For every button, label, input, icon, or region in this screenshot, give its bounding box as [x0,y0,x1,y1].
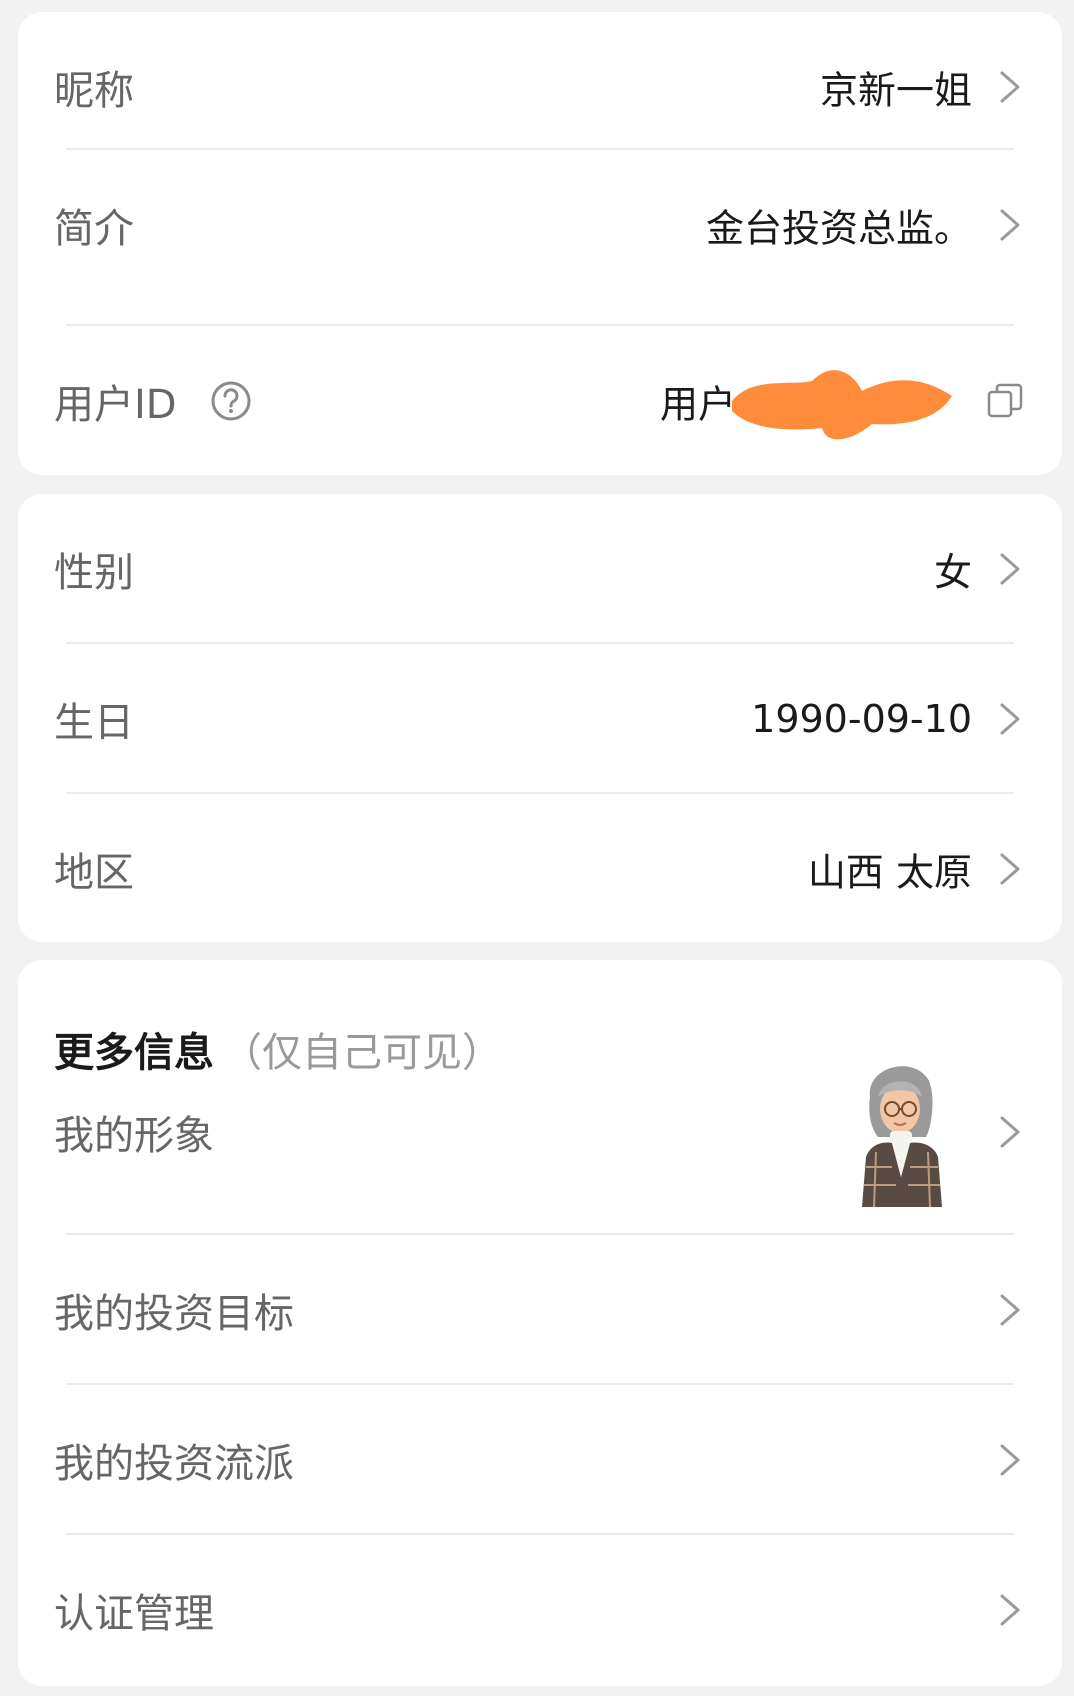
bio-row[interactable]: 简介 金台投资总监。 [18,150,1062,300]
chevron-right-icon [998,207,1022,243]
redaction-mark [722,356,962,446]
personal-info-card: 性别 女 生日 1990-09-10 地区 山西 太原 [18,494,1062,942]
region-label: 地区 [54,850,134,896]
chevron-right-icon [998,1442,1022,1478]
my-avatar-row[interactable]: 我的形象 [18,1046,1062,1218]
avatar-image [852,1057,952,1208]
verification-label: 认证管理 [54,1591,214,1637]
chevron-right-icon [998,1592,1022,1628]
user-id-row: 用户ID 用户 [18,326,1062,475]
gender-row[interactable]: 性别 女 [18,494,1062,644]
gender-value: 女 [933,550,972,595]
bio-label: 简介 [54,206,134,252]
chevron-right-icon [998,69,1022,105]
basic-info-card: 昵称 京新一姐 简介 金台投资总监。 用户ID 用户 [18,12,1062,475]
nickname-value: 京新一姐 [819,68,972,113]
chevron-right-icon [998,1292,1022,1328]
profile-edit-page: 昵称 京新一姐 简介 金台投资总监。 用户ID 用户 性别 女 生日 1990-… [0,0,1074,1696]
help-icon[interactable] [210,380,252,422]
nickname-label: 昵称 [54,68,134,114]
gender-label: 性别 [54,550,134,596]
birthday-row[interactable]: 生日 1990-09-10 [18,644,1062,794]
investment-style-row[interactable]: 我的投资流派 [18,1385,1062,1535]
nickname-row[interactable]: 昵称 京新一姐 [18,12,1062,162]
investment-goal-label: 我的投资目标 [54,1291,294,1337]
region-value: 山西 太原 [807,850,972,895]
more-info-card: 更多信息 （仅自己可见） 我的形象 我的投资目标 我的投资流派 认证管理 [18,960,1062,1686]
copy-icon[interactable] [986,382,1024,420]
birthday-value: 1990-09-10 [751,697,972,741]
region-row[interactable]: 地区 山西 太原 [18,794,1062,942]
chevron-right-icon [998,851,1022,887]
birthday-label: 生日 [54,700,134,746]
investment-goal-row[interactable]: 我的投资目标 [18,1235,1062,1385]
user-id-label: 用户ID [54,382,177,428]
chevron-right-icon [998,1114,1022,1150]
my-avatar-label: 我的形象 [54,1113,214,1159]
chevron-right-icon [998,701,1022,737]
verification-row[interactable]: 认证管理 [18,1535,1062,1685]
investment-style-label: 我的投资流派 [54,1441,294,1487]
chevron-right-icon [998,551,1022,587]
bio-value: 金台投资总监。 [705,206,972,251]
